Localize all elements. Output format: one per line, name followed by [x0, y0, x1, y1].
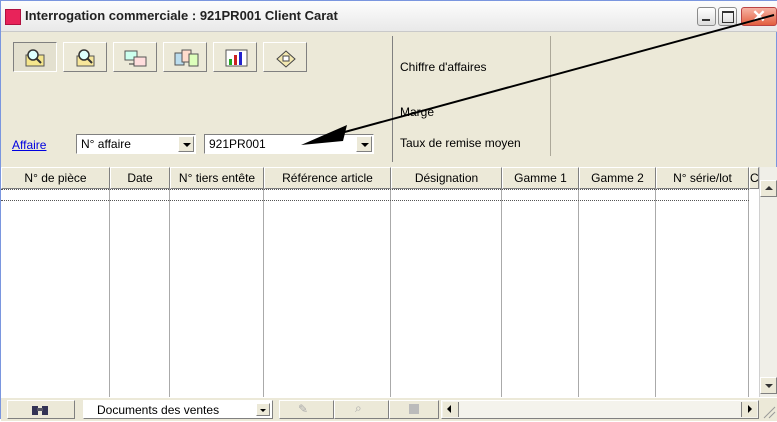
- summary-divider: [550, 36, 551, 156]
- scroll-right-button[interactable]: [741, 402, 757, 417]
- scroll-left-button[interactable]: [443, 402, 459, 417]
- main-window: Interrogation commerciale : 921PR001 Cli…: [0, 0, 777, 421]
- chevron-down-icon[interactable]: [178, 136, 194, 152]
- window-title: Interrogation commerciale : 921PR001 Cli…: [25, 8, 338, 23]
- column-header[interactable]: N° série/lot: [656, 167, 749, 189]
- column-divider: [748, 189, 749, 397]
- binoculars-icon: [32, 406, 48, 415]
- revenue-label: Chiffre d'affaires: [400, 60, 487, 74]
- column-header[interactable]: Date: [110, 167, 170, 189]
- chart-button[interactable]: [213, 42, 257, 72]
- view-select[interactable]: Documents des ventes: [83, 400, 273, 419]
- view-select-value: Documents des ventes: [97, 403, 220, 417]
- field-select-value: N° affaire: [81, 137, 131, 151]
- search-sheet-icon: [25, 49, 45, 67]
- table-row[interactable]: [1, 189, 749, 201]
- column-divider: [501, 189, 502, 397]
- search-button[interactable]: [63, 42, 107, 72]
- results-table[interactable]: N° de pièce Date N° tiers entête Référen…: [1, 167, 777, 397]
- minimize-icon: [702, 19, 710, 21]
- multi-document-icon: [174, 49, 199, 67]
- exchange-icon: [124, 50, 147, 67]
- column-header[interactable]: Référence article: [264, 167, 391, 189]
- column-header[interactable]: N° de pièce: [1, 167, 110, 189]
- search-icon: ⌕: [355, 401, 362, 415]
- app-icon: [5, 9, 21, 25]
- binoculars-button[interactable]: [7, 400, 75, 419]
- print-button[interactable]: [389, 400, 439, 419]
- stamp-icon: [276, 50, 296, 68]
- resize-grip-icon[interactable]: [761, 400, 776, 419]
- status-bar: Documents des ventes ✎ ⌕: [1, 397, 777, 421]
- scroll-up-button[interactable]: [760, 180, 777, 197]
- edit-icon: ✎: [298, 402, 309, 416]
- minimize-button[interactable]: [697, 7, 716, 26]
- affaire-select-value: 921PR001: [209, 137, 266, 151]
- close-icon: ✕: [751, 7, 767, 26]
- maximize-button[interactable]: [718, 7, 737, 26]
- column-divider: [109, 189, 110, 397]
- scroll-down-button[interactable]: [760, 377, 777, 394]
- chevron-down-icon[interactable]: [356, 136, 372, 152]
- discount-rate-label: Taux de remise moyen: [400, 136, 521, 150]
- vertical-scrollbar[interactable]: [759, 167, 777, 397]
- summary-panel: Chiffre d'affaires Marge Taux de remise …: [392, 36, 777, 162]
- column-divider: [578, 189, 579, 397]
- field-select[interactable]: N° affaire: [76, 134, 196, 154]
- exchange-button[interactable]: [113, 42, 157, 72]
- chart-icon: [225, 49, 248, 67]
- column-divider: [390, 189, 391, 397]
- column-header[interactable]: Gamme 1: [502, 167, 579, 189]
- margin-label: Marge: [400, 105, 435, 119]
- edit-button[interactable]: ✎: [279, 400, 334, 419]
- affaire-link[interactable]: Affaire: [12, 138, 46, 152]
- multi-document-button[interactable]: [163, 42, 207, 72]
- column-divider: [263, 189, 264, 397]
- column-header[interactable]: Désignation: [391, 167, 502, 189]
- search-magnify-icon: [76, 49, 95, 67]
- title-bar[interactable]: Interrogation commerciale : 921PR001 Cli…: [1, 1, 777, 32]
- chevron-down-icon[interactable]: [256, 403, 270, 416]
- column-divider: [169, 189, 170, 397]
- column-header[interactable]: C: [749, 167, 759, 189]
- print-icon: [409, 404, 419, 414]
- close-button[interactable]: ✕: [741, 7, 777, 26]
- stamp-button[interactable]: [263, 42, 307, 72]
- affaire-select[interactable]: 921PR001: [204, 134, 374, 154]
- column-header[interactable]: Gamme 2: [579, 167, 656, 189]
- search-sheet-button[interactable]: [13, 42, 57, 72]
- find-button[interactable]: ⌕: [334, 400, 389, 419]
- horizontal-scrollbar[interactable]: [441, 400, 759, 419]
- column-divider: [655, 189, 656, 397]
- maximize-icon: [722, 11, 734, 23]
- column-header[interactable]: N° tiers entête: [170, 167, 264, 189]
